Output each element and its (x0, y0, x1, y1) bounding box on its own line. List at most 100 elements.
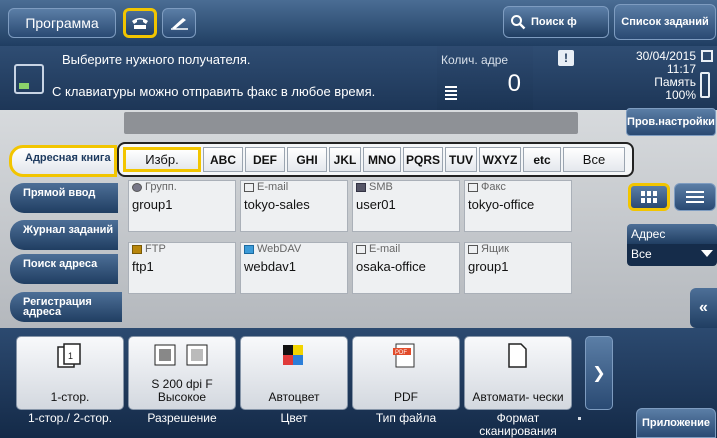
resolution-icon (154, 344, 208, 366)
resolution-value: S 200 dpi F Высокое (151, 377, 213, 404)
address-filter-label: Адрес (627, 224, 717, 244)
job-list-label: Список заданий (621, 15, 709, 28)
address-card[interactable]: SMB user01 (352, 180, 460, 232)
search-icon (511, 15, 526, 30)
color-setting-button[interactable]: Автоцвет (240, 336, 348, 410)
hint-text: С клавиатуры можно отправить факс в любо… (52, 84, 376, 99)
destination-count: Колич. адре 0 (437, 46, 533, 110)
chevron-right-icon: ❯ (592, 365, 606, 382)
resolution-setting-button[interactable]: S 200 dpi F Высокое (128, 336, 236, 410)
tab-job-history[interactable]: Журнал заданий (10, 220, 118, 250)
handwriting-button[interactable] (162, 8, 196, 38)
box-icon (468, 244, 478, 254)
file-type-setting-button[interactable]: PDF PDF (352, 336, 460, 410)
list-view-button[interactable] (674, 183, 716, 211)
address-type: FTP (145, 243, 166, 255)
scan-size-value: Автомати- чески (472, 390, 564, 404)
program-label: Программа (25, 15, 99, 31)
webdav-icon (244, 244, 254, 254)
tab-direct-input-label: Прямой ввод (23, 187, 96, 199)
program-button[interactable]: Программа (8, 8, 116, 38)
status-datetime: 30/04/2015 11:17 Память 100% (600, 50, 712, 102)
index-jkl[interactable]: JKL (329, 147, 361, 172)
file-type-caption: Тип файла (375, 411, 437, 425)
index-all[interactable]: Все (563, 147, 625, 172)
address-card[interactable]: FTP ftp1 (128, 242, 236, 294)
list-icon (686, 191, 704, 203)
instruction-text: Выберите нужного получателя. (62, 52, 251, 67)
index-abc[interactable]: ABC (203, 147, 243, 172)
color-value: Автоцвет (268, 390, 320, 404)
grid-icon (641, 191, 657, 203)
check-settings-label: Пров.настройки (627, 116, 715, 128)
chevron-down-icon (701, 250, 713, 257)
list-icon (445, 86, 457, 100)
address-name: ftp1 (132, 259, 154, 274)
duplex-caption: 1-стор./ 2-стор. (27, 411, 113, 425)
grid-view-button[interactable] (628, 183, 670, 211)
tab-address-search[interactable]: Поиск адреса (10, 254, 118, 284)
tab-register-address[interactable]: Регистрация адреса (10, 292, 122, 322)
fax-phone-button[interactable] (123, 8, 157, 38)
applications-button[interactable]: Приложение (636, 408, 716, 438)
svg-text:PDF: PDF (395, 350, 407, 356)
memory-gauge-icon (700, 72, 710, 98)
address-name: group1 (132, 197, 173, 212)
address-filter-value: Все (631, 247, 652, 261)
check-settings-button[interactable]: Пров.настройки (626, 108, 716, 136)
address-name: webdav1 (244, 259, 297, 274)
page-marker (578, 417, 581, 420)
email-icon (356, 244, 366, 254)
index-favorites[interactable]: Избр. (123, 147, 201, 172)
job-list-button[interactable]: Список заданий (614, 4, 716, 40)
index-etc[interactable]: etc (523, 147, 561, 172)
index-ghi[interactable]: GHI (287, 147, 327, 172)
address-card[interactable]: Факс tokyo-office (464, 180, 572, 232)
group-icon (132, 182, 142, 192)
collapse-panel-button[interactable]: « (690, 288, 717, 328)
duplex-icon: 1 (57, 343, 81, 368)
alert-icon[interactable]: ! (558, 50, 574, 66)
index-wxyz[interactable]: WXYZ (479, 147, 521, 172)
duplex-value: 1-стор. (50, 390, 90, 404)
address-card[interactable]: Групп. group1 (128, 180, 236, 232)
address-type: Ящик (481, 243, 509, 255)
color-caption: Цвет (280, 411, 308, 425)
file-type-value: PDF (394, 390, 418, 404)
address-type: Факс (481, 181, 506, 193)
address-card[interactable]: Ящик group1 (464, 242, 572, 294)
tab-register-address-label: Регистрация адреса (23, 296, 92, 318)
search-function-button[interactable]: Поиск ф (503, 6, 609, 38)
ftp-icon (132, 244, 142, 254)
address-card[interactable]: E-mail osaka-office (352, 242, 460, 294)
index-tuv[interactable]: TUV (445, 147, 477, 172)
destination-input-field[interactable] (124, 112, 578, 134)
scan-size-icon (508, 343, 527, 368)
scan-size-setting-button[interactable]: Автомати- чески (464, 336, 572, 410)
double-chevron-left-icon: « (699, 299, 708, 316)
tab-address-book[interactable]: Адресная книга (9, 145, 117, 177)
destination-count-value: 0 (507, 70, 521, 97)
scan-size-caption: Формат сканирования (479, 411, 557, 438)
svg-text:1: 1 (68, 351, 73, 361)
address-type: WebDAV (257, 243, 302, 255)
index-def[interactable]: DEF (245, 147, 285, 172)
address-card[interactable]: WebDAV webdav1 (240, 242, 348, 294)
address-type: SMB (369, 181, 393, 193)
memory-value: 100% (665, 88, 696, 102)
address-name: tokyo-office (468, 197, 535, 212)
phone-icon (132, 18, 148, 29)
more-settings-button[interactable]: ❯ (585, 336, 613, 410)
address-filter-select[interactable]: Все (627, 244, 717, 266)
index-mno[interactable]: MNO (363, 147, 401, 172)
destination-count-label: Колич. адре (441, 53, 509, 67)
tab-direct-input[interactable]: Прямой ввод (10, 183, 118, 213)
address-name: group1 (468, 259, 509, 274)
fax-icon (14, 64, 44, 94)
resolution-caption: Разрешение (147, 411, 217, 425)
index-pqrs[interactable]: PQRS (403, 147, 443, 172)
tab-address-book-label: Адресная книга (25, 152, 111, 164)
duplex-setting-button[interactable]: 1 1-стор. (16, 336, 124, 410)
address-card[interactable]: E-mail tokyo-sales (240, 180, 348, 232)
tab-job-history-label: Журнал заданий (23, 224, 114, 236)
